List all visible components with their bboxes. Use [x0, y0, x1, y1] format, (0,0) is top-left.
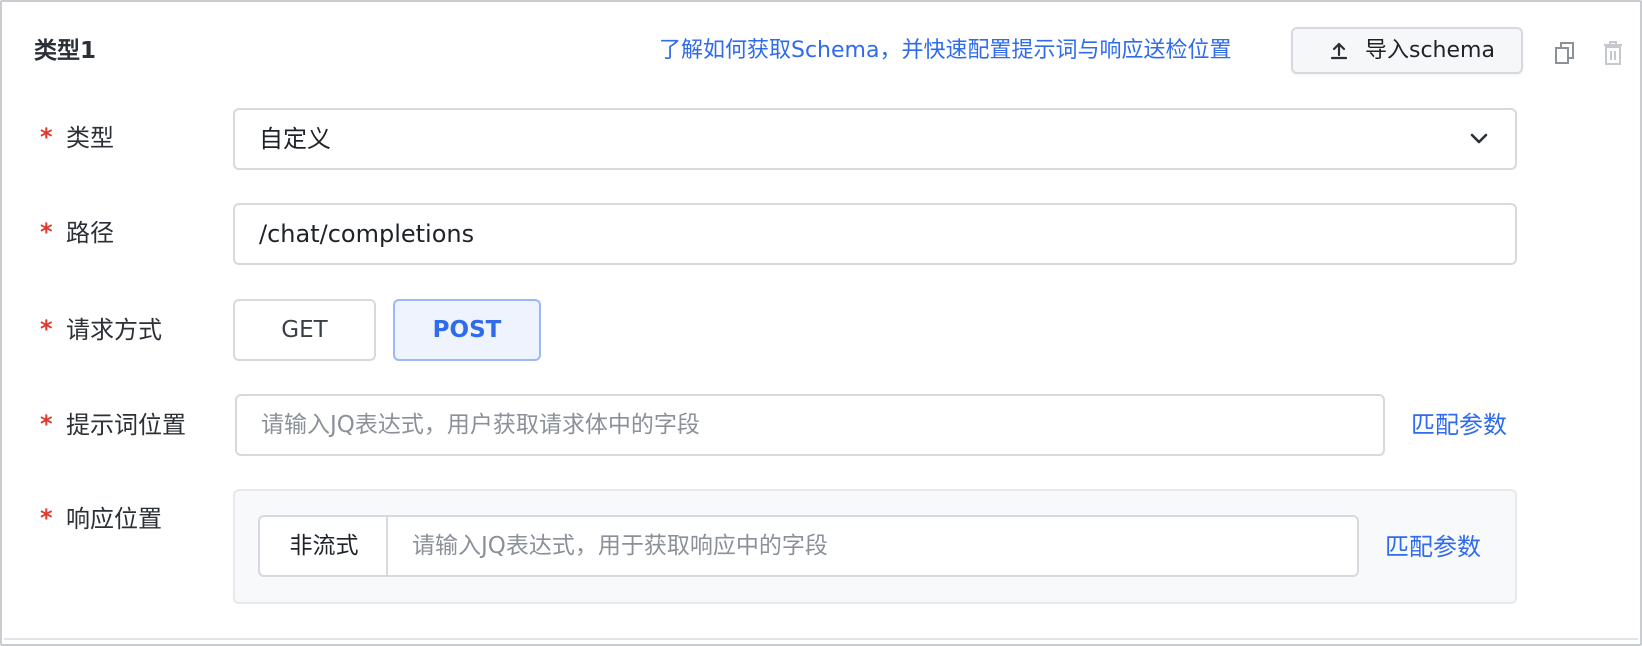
type-select-value: 自定义: [259, 125, 331, 153]
path-label: 路径: [66, 219, 114, 247]
type-select[interactable]: 自定义: [233, 108, 1517, 170]
required-mark: *: [40, 123, 53, 151]
response-position-label: 响应位置: [66, 505, 162, 533]
import-schema-button[interactable]: 导入schema: [1291, 27, 1523, 74]
stream-mode-selector[interactable]: 非流式: [258, 515, 388, 577]
upload-icon: [1330, 42, 1348, 60]
response-match-params-link[interactable]: 匹配参数: [1385, 531, 1481, 563]
card-title: 类型1: [34, 38, 97, 64]
schema-type-card: 类型1 了解如何获取Schema，并快速配置提示词与响应送检位置 导入schem…: [0, 0, 1642, 646]
required-mark: *: [40, 218, 53, 246]
copy-icon[interactable]: [1554, 41, 1576, 65]
required-mark: *: [40, 315, 53, 343]
required-mark: *: [40, 410, 53, 438]
prompt-position-input[interactable]: [235, 394, 1385, 456]
schema-help-link[interactable]: 了解如何获取Schema，并快速配置提示词与响应送检位置: [659, 35, 1274, 67]
prompt-match-params-link[interactable]: 匹配参数: [1411, 409, 1507, 441]
method-post-button[interactable]: POST: [393, 299, 541, 361]
chevron-down-icon: [1470, 133, 1488, 144]
trash-icon[interactable]: [1602, 40, 1624, 66]
required-mark: *: [40, 504, 53, 532]
method-get-button[interactable]: GET: [233, 299, 376, 361]
method-label: 请求方式: [66, 316, 162, 344]
path-input[interactable]: [233, 203, 1517, 265]
import-schema-label: 导入schema: [1365, 38, 1495, 63]
response-position-input[interactable]: [386, 515, 1359, 577]
prompt-position-label: 提示词位置: [66, 411, 186, 439]
type-label: 类型: [66, 124, 114, 152]
bottom-divider: [4, 638, 1638, 640]
